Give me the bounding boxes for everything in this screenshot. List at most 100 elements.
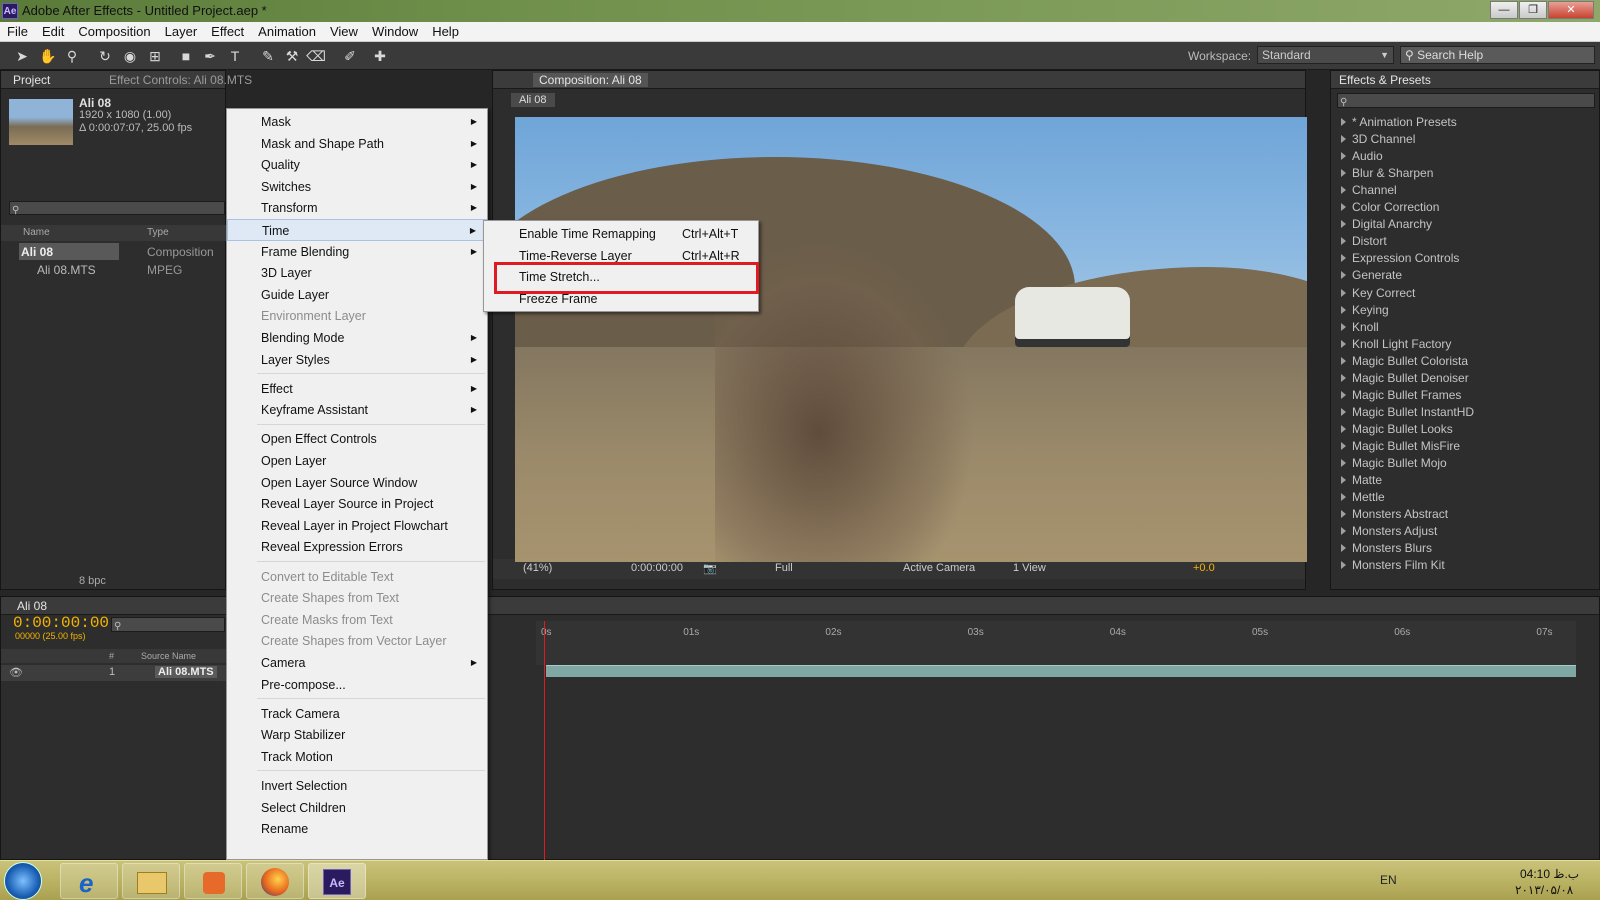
effects-category[interactable]: Magic Bullet MisFire — [1341, 439, 1460, 453]
timeline-timecode[interactable]: 0:00:00:00 — [13, 614, 109, 632]
puppet-pin-icon[interactable]: ✚ — [370, 46, 390, 66]
clock-time[interactable]: 04:10 ب.ظ — [1520, 867, 1579, 881]
effects-category[interactable]: Knoll — [1341, 320, 1379, 334]
disclosure-triangle-icon[interactable] — [1341, 527, 1346, 536]
layer-duration-bar[interactable] — [546, 665, 1576, 677]
effects-category[interactable]: Channel — [1341, 183, 1397, 197]
disclosure-triangle-icon[interactable] — [1341, 118, 1346, 126]
maximize-button[interactable]: ❐ — [1519, 1, 1547, 19]
disclosure-triangle-icon[interactable] — [1341, 271, 1346, 280]
close-button[interactable]: ✕ — [1548, 1, 1594, 19]
context-menu-item[interactable]: Track Motion — [227, 746, 487, 768]
context-menu-item[interactable]: Pre-compose... — [227, 674, 487, 696]
layer-name[interactable]: Ali 08.MTS — [155, 666, 217, 678]
context-menu-item[interactable]: Open Layer — [227, 450, 487, 472]
effects-category[interactable]: Matte — [1341, 473, 1382, 487]
context-menu-item[interactable]: Quality ▶ — [227, 154, 487, 176]
disclosure-triangle-icon[interactable] — [1341, 510, 1346, 519]
menu-window[interactable]: Window — [365, 22, 425, 41]
workspace-select[interactable]: Standard ▼ — [1257, 46, 1394, 64]
views-select[interactable]: 1 View — [1013, 562, 1046, 574]
disclosure-triangle-icon[interactable] — [1341, 561, 1346, 570]
menu-help[interactable]: Help — [425, 22, 466, 41]
comp-breadcrumb[interactable]: Ali 08 — [511, 93, 555, 107]
effects-category[interactable]: Magic Bullet InstantHD — [1341, 405, 1474, 419]
context-menu-item[interactable]: Mask ▶ — [227, 111, 487, 133]
context-menu-item[interactable]: Open Effect Controls — [227, 428, 487, 450]
effects-category[interactable]: Distort — [1341, 234, 1387, 248]
context-menu-item[interactable]: Keyframe Assistant ▶ — [227, 399, 487, 421]
search-help-input[interactable]: ⚲ Search Help — [1400, 46, 1595, 64]
effects-category[interactable]: Color Correction — [1341, 200, 1439, 214]
column-source-name[interactable]: Source Name — [141, 651, 196, 661]
snapshot-icon[interactable]: 📷 — [703, 562, 717, 575]
disclosure-triangle-icon[interactable] — [1341, 254, 1346, 263]
comp-timecode[interactable]: 0:00:00:00 — [631, 562, 683, 574]
media-player-icon[interactable] — [184, 863, 242, 899]
effects-category[interactable]: Magic Bullet Denoiser — [1341, 371, 1469, 385]
disclosure-triangle-icon[interactable] — [1341, 441, 1346, 450]
project-row-name[interactable]: Ali 08.MTS — [37, 263, 96, 277]
after-effects-taskbar-icon[interactable]: Ae — [308, 863, 366, 899]
disclosure-triangle-icon[interactable] — [1341, 322, 1346, 331]
selection-icon[interactable]: ➤ — [12, 46, 32, 66]
pan-behind-icon[interactable]: ⊞ — [145, 46, 165, 66]
disclosure-triangle-icon[interactable] — [1341, 373, 1346, 382]
context-menu-item[interactable]: Warp Stabilizer — [227, 724, 487, 746]
layer-row[interactable]: 👁 1 Ali 08.MTS — [1, 665, 227, 681]
disclosure-triangle-icon[interactable] — [1341, 356, 1346, 365]
internet-explorer-icon[interactable]: e — [60, 863, 118, 899]
file-explorer-icon[interactable] — [122, 863, 180, 899]
disclosure-triangle-icon[interactable] — [1341, 237, 1346, 246]
effects-category[interactable]: Knoll Light Factory — [1341, 337, 1451, 351]
tab-project[interactable]: Project — [13, 73, 50, 87]
effects-category[interactable]: Generate — [1341, 268, 1402, 282]
effects-category[interactable]: Monsters Blurs — [1341, 541, 1432, 555]
context-menu-item[interactable]: Blending Mode ▶ — [227, 327, 487, 349]
disclosure-triangle-icon[interactable] — [1341, 305, 1346, 314]
effects-category[interactable]: Monsters Abstract — [1341, 507, 1448, 521]
zoom-icon[interactable]: ⚲ — [62, 46, 82, 66]
eye-icon[interactable]: 👁 — [9, 666, 23, 679]
context-menu-item[interactable]: Time ▶ — [227, 219, 487, 241]
camera-orbit-icon[interactable]: ◉ — [120, 46, 140, 66]
tab-effects-presets[interactable]: Effects & Presets — [1339, 73, 1431, 87]
effects-category[interactable]: Monsters Film Kit — [1341, 558, 1445, 572]
context-menu-item[interactable]: 3D Layer — [227, 262, 487, 284]
project-row-name[interactable]: Ali 08 — [21, 245, 53, 259]
disclosure-triangle-icon[interactable] — [1341, 169, 1346, 178]
disclosure-triangle-icon[interactable] — [1341, 459, 1346, 467]
effects-category[interactable]: Key Correct — [1341, 286, 1415, 300]
time-submenu-item[interactable]: Enable Time Remapping Ctrl+Alt+T — [484, 223, 758, 245]
context-menu-item[interactable]: Invert Selection — [227, 775, 487, 797]
effects-category[interactable]: Mettle — [1341, 490, 1385, 504]
disclosure-triangle-icon[interactable] — [1341, 186, 1346, 195]
tab-effect-controls[interactable]: Effect Controls: Ali 08.MTS — [109, 73, 252, 87]
brush-icon[interactable]: ✎ — [258, 46, 278, 66]
tab-timeline-comp[interactable]: Ali 08 — [17, 599, 47, 613]
context-menu-item[interactable]: Open Layer Source Window — [227, 472, 487, 494]
timeline-search-input[interactable]: ⚲ — [111, 617, 225, 632]
disclosure-triangle-icon[interactable] — [1341, 493, 1346, 502]
menu-view[interactable]: View — [323, 22, 365, 41]
disclosure-triangle-icon[interactable] — [1341, 220, 1346, 229]
disclosure-triangle-icon[interactable] — [1341, 407, 1346, 416]
pen-icon[interactable]: ✒ — [200, 46, 220, 66]
effects-category[interactable]: Expression Controls — [1341, 251, 1459, 265]
context-menu-item[interactable]: Layer Styles ▶ — [227, 349, 487, 371]
disclosure-triangle-icon[interactable] — [1341, 476, 1346, 485]
clock-date[interactable]: ۲۰۱۳/۰۵/۰۸ — [1515, 883, 1573, 897]
bpc-label[interactable]: 8 bpc — [79, 575, 106, 587]
disclosure-triangle-icon[interactable] — [1341, 424, 1346, 433]
camera-select[interactable]: Active Camera — [903, 562, 975, 574]
menu-composition[interactable]: Composition — [71, 22, 157, 41]
disclosure-triangle-icon[interactable] — [1341, 203, 1346, 212]
menu-layer[interactable]: Layer — [158, 22, 205, 41]
minimize-button[interactable]: — — [1490, 1, 1518, 19]
context-menu-item[interactable]: Track Camera — [227, 703, 487, 725]
language-indicator[interactable]: EN — [1380, 873, 1397, 887]
rectangle-icon[interactable]: ■ — [176, 46, 196, 66]
context-menu-item[interactable]: Select Children — [227, 797, 487, 819]
context-menu-item[interactable]: Camera ▶ — [227, 652, 487, 674]
context-menu-item[interactable]: Guide Layer — [227, 284, 487, 306]
